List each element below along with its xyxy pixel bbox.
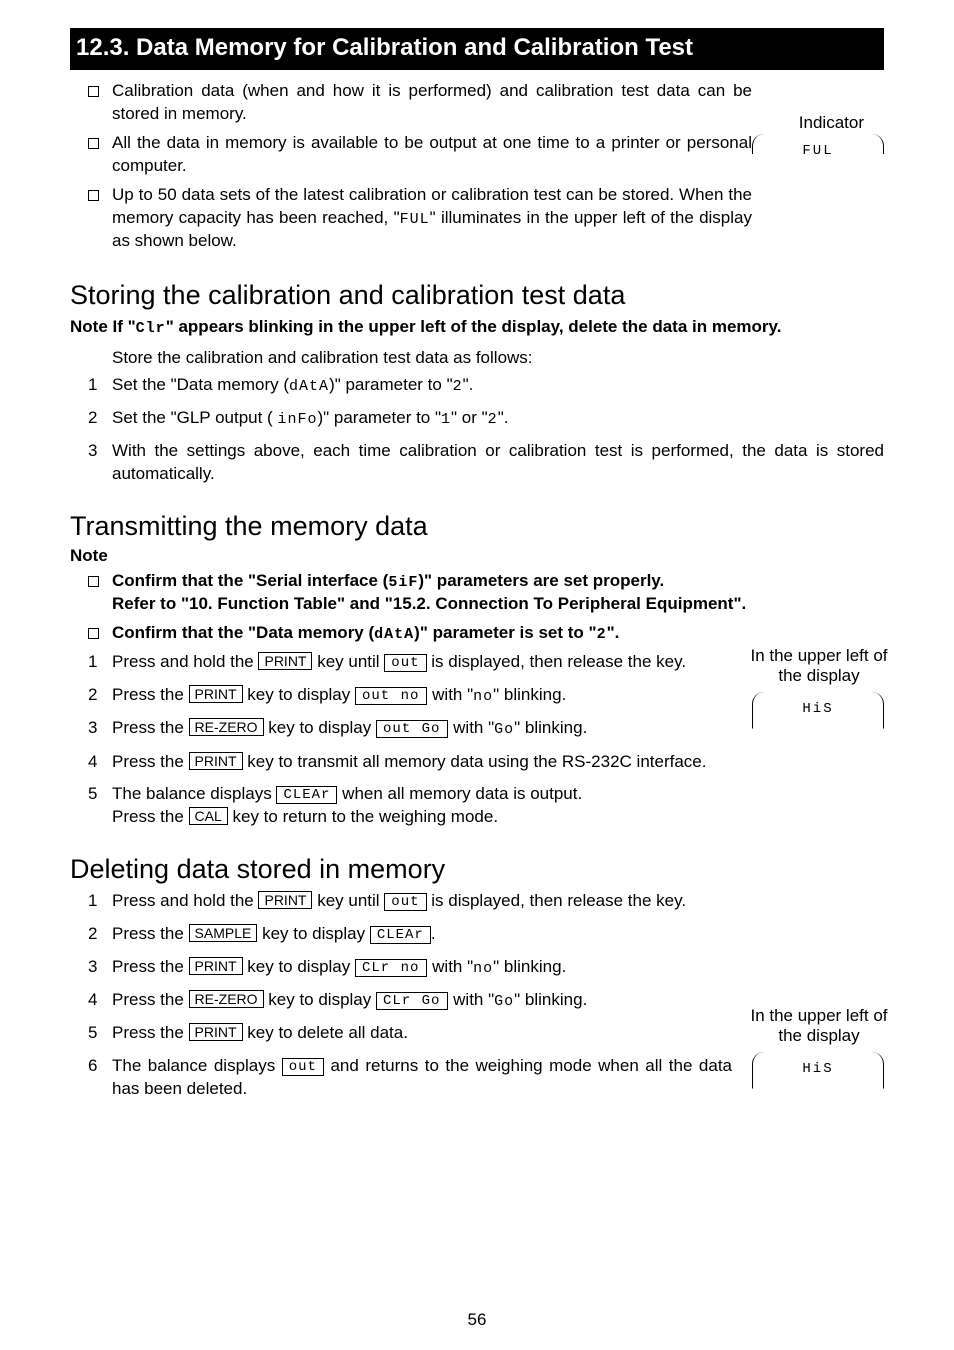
display-value-2: HiS	[753, 1052, 883, 1079]
display-box-2: HiS	[752, 1052, 884, 1089]
deleting-step-5: Press the PRINT key to delete all data.	[112, 1022, 884, 1045]
intro-bullet-2: All the data in memory is available to b…	[112, 132, 752, 178]
sample-key: SAMPLE	[189, 924, 258, 942]
indicator-label: Indicator	[799, 112, 864, 135]
indicator-value: FUL	[753, 134, 883, 161]
transmitting-step-1: Press and hold the PRINT key until out i…	[112, 651, 732, 674]
deleting-step-3: Press the PRINT key to display CLr no wi…	[112, 956, 884, 979]
rezero-key: RE-ZERO	[189, 718, 264, 736]
storing-step-2: Set the "GLP output ( inFo)" parameter t…	[112, 407, 884, 430]
transmitting-note-2: Confirm that the "Data memory (dAtA)" pa…	[112, 622, 884, 645]
print-key: PRINT	[258, 891, 312, 909]
deleting-step-2: Press the SAMPLE key to display CLEAr.	[112, 923, 884, 946]
cal-key: CAL	[189, 807, 228, 825]
intro-bullets: Calibration data (when and how it is per…	[70, 80, 884, 253]
transmitting-heading: Transmitting the memory data	[70, 508, 884, 544]
storing-heading: Storing the calibration and calibration …	[70, 277, 884, 313]
deleting-step-6: The balance displays out and returns to …	[112, 1055, 732, 1101]
clear-display: CLEAr	[276, 786, 337, 804]
intro-bullet-3: Up to 50 data sets of the latest calibra…	[112, 184, 752, 253]
out-display: out	[384, 654, 426, 672]
deleting-step-1: Press and hold the PRINT key until out i…	[112, 890, 884, 913]
print-key: PRINT	[258, 652, 312, 670]
storing-steps: Set the "Data memory (dAtA)" parameter t…	[70, 374, 884, 486]
print-key: PRINT	[189, 685, 243, 703]
clear-display: CLEAr	[370, 926, 431, 944]
clr-go-display: CLr Go	[376, 992, 448, 1010]
out-display: out	[282, 1058, 324, 1076]
storing-note: Note If "Clr" appears blinking in the up…	[70, 316, 884, 339]
transmitting-note-label: Note	[70, 545, 884, 568]
storing-intro: Store the calibration and calibration te…	[70, 347, 884, 370]
out-display: out	[384, 893, 426, 911]
storing-step-3: With the settings above, each time calib…	[112, 440, 884, 486]
print-key: PRINT	[189, 957, 243, 975]
storing-step-1: Set the "Data memory (dAtA)" parameter t…	[112, 374, 884, 397]
print-key: PRINT	[189, 752, 243, 770]
transmitting-step-3: Press the RE-ZERO key to display out Go …	[112, 717, 884, 740]
rezero-key: RE-ZERO	[189, 990, 264, 1008]
clr-no-display: CLr no	[355, 959, 427, 977]
transmitting-step-4: Press the PRINT key to transmit all memo…	[112, 751, 884, 774]
section-heading: 12.3. Data Memory for Calibration and Ca…	[70, 28, 884, 70]
intro-bullet-1: Calibration data (when and how it is per…	[112, 80, 752, 126]
indicator-box: FUL	[752, 134, 884, 154]
transmitting-notes: Confirm that the "Serial interface (5iF)…	[70, 570, 884, 645]
out-go-display: out Go	[376, 720, 448, 738]
page-number: 56	[0, 1309, 954, 1332]
print-key: PRINT	[189, 1023, 243, 1041]
out-no-display: out no	[355, 687, 427, 705]
deleting-heading: Deleting data stored in memory	[70, 851, 884, 887]
upper-left-label-1: In the upper left of the display	[739, 646, 899, 687]
transmitting-step-2: Press the PRINT key to display out no wi…	[112, 684, 884, 707]
deleting-step-4: Press the RE-ZERO key to display CLr Go …	[112, 989, 884, 1012]
transmitting-step-5: The balance displays CLEAr when all memo…	[112, 783, 884, 829]
transmitting-note-1: Confirm that the "Serial interface (5iF)…	[112, 570, 884, 616]
